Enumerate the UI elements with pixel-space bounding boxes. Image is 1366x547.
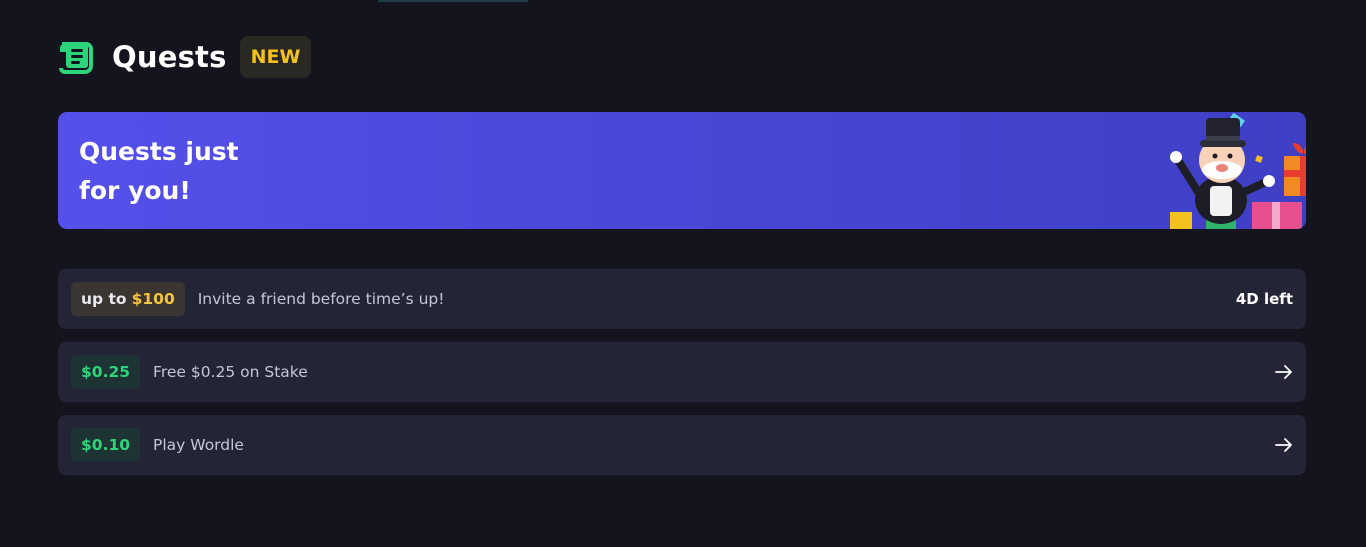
quest-free-stake[interactable]: $0.25 Free $0.25 on Stake [58,342,1306,402]
reward-badge: $0.25 [71,355,141,389]
reward-badge: up to $100 [71,282,185,316]
quest-label: Free $0.25 on Stake [153,363,308,381]
quest-label: Invite a friend before time’s up! [197,290,445,308]
quest-invite-friend[interactable]: up to $100 Invite a friend before time’s… [58,269,1306,329]
mascot-with-gifts-illustration [1170,112,1306,229]
banner-heading: Quests just for you! [79,137,239,205]
quest-play-wordle[interactable]: $0.10 Play Wordle [58,415,1306,475]
scroll-icon [58,37,98,77]
reward-amount: $100 [131,290,175,308]
page-title: Quests [112,40,227,74]
reward-prefix: up to [81,290,127,308]
new-badge: NEW [239,36,312,78]
top-accent-line [378,0,528,2]
arrow-right-icon[interactable] [1275,365,1293,379]
quests-banner: Quests just for you! [58,112,1306,229]
reward-badge: $0.10 [71,428,141,462]
quest-label: Play Wordle [153,436,244,454]
quest-list: up to $100 Invite a friend before time’s… [58,269,1306,488]
quests-header: Quests NEW [58,36,312,78]
arrow-right-icon[interactable] [1275,438,1293,452]
time-left-label: 4D left [1235,290,1293,308]
